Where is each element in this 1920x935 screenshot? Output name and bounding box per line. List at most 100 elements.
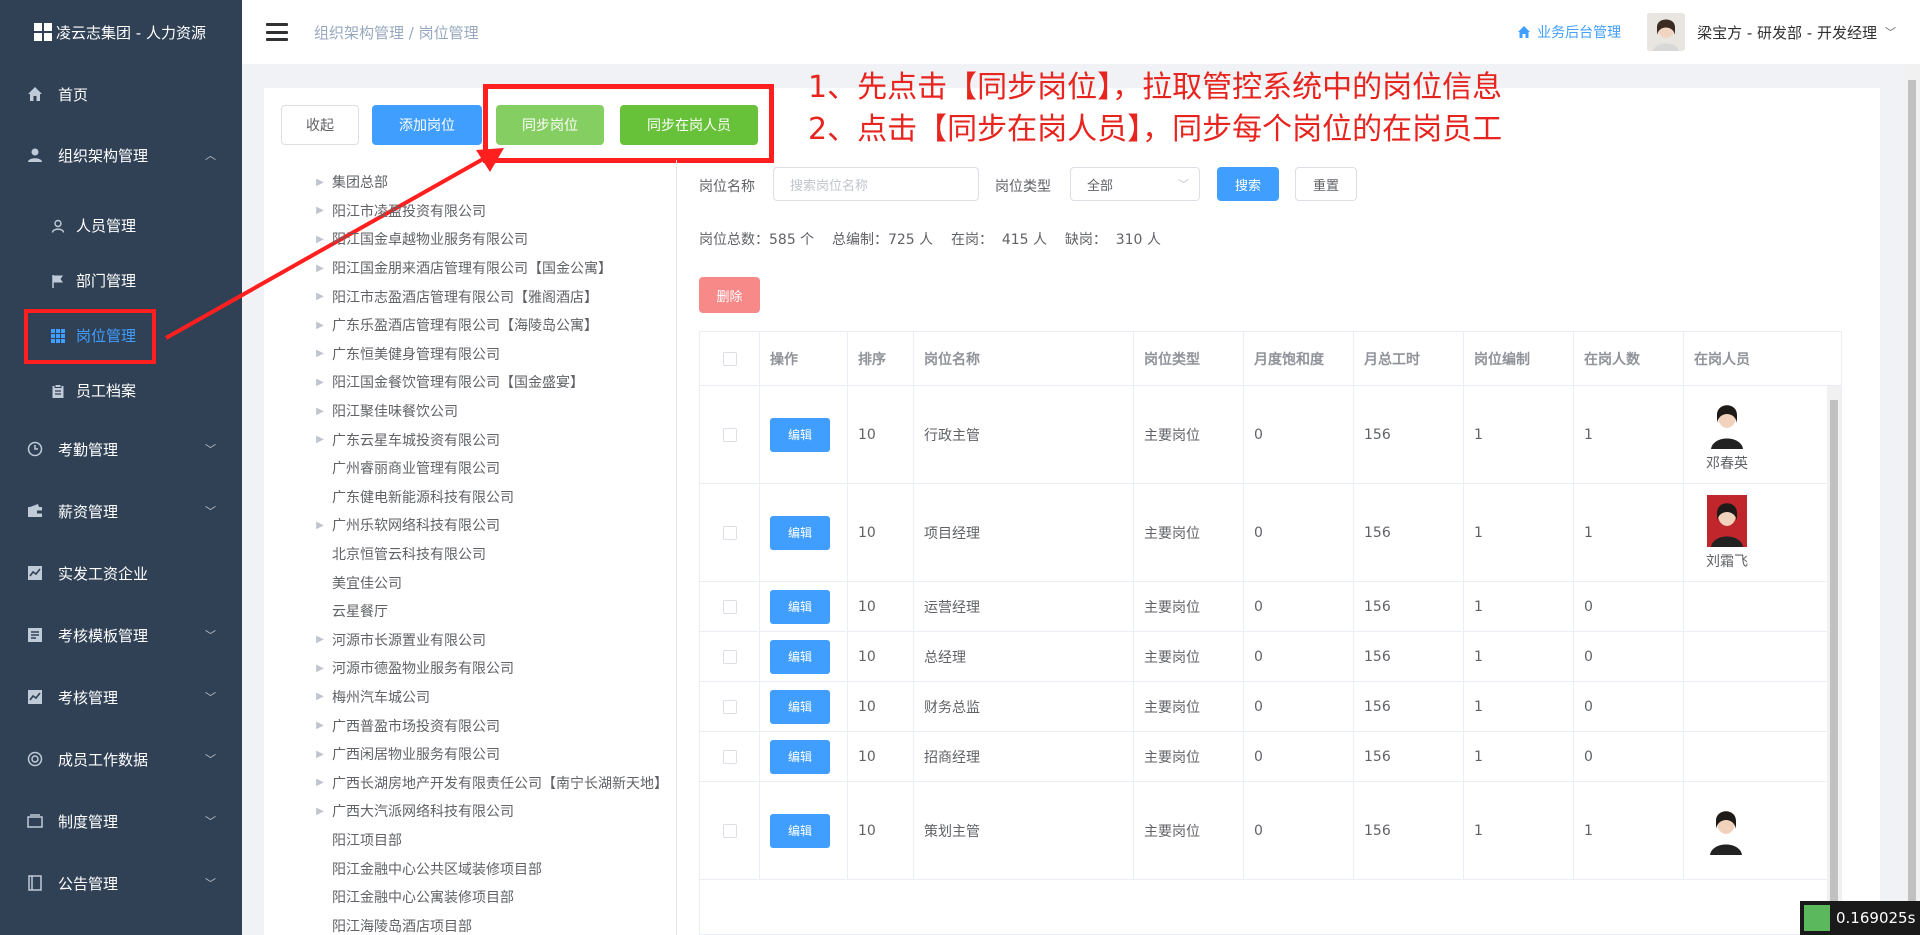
sidebar-subitem-archive[interactable]: 员工档案 (0, 363, 242, 418)
cell-hours: 156 (1354, 484, 1464, 581)
post-type-select[interactable]: 全部 ﹀ (1070, 167, 1200, 201)
avatar[interactable] (1647, 13, 1686, 51)
staff-name: 刘霜飞 (1706, 553, 1748, 570)
row-checkbox[interactable] (722, 699, 737, 714)
caret-right-icon[interactable]: ▶ (308, 434, 332, 445)
table-scroll-thumb[interactable] (1830, 400, 1838, 934)
sidebar-item-attendance[interactable]: 考勤管理 ﹀ (0, 418, 242, 480)
sidebar-item-review[interactable]: 考核管理 ﹀ (0, 666, 242, 728)
sidebar-item-label: 考勤管理 (58, 440, 119, 459)
tree-node[interactable]: ▶ 河源市德盈物业服务有限公司 (264, 654, 676, 683)
app-logo[interactable]: 凌云志集团 - 人力资源 (0, 0, 242, 64)
tree-node[interactable]: ▶ 广西闲居物业服务有限公司 (264, 740, 676, 769)
tree-node[interactable]: 云星餐厅 (264, 597, 676, 626)
edit-button[interactable]: 编辑 (770, 689, 830, 724)
select-all-checkbox[interactable] (722, 351, 737, 366)
caret-right-icon[interactable]: ▶ (308, 720, 332, 731)
row-checkbox[interactable] (722, 649, 737, 664)
tree-node[interactable]: ▶ 广西普盈市场投资有限公司 (264, 711, 676, 740)
edit-button[interactable]: 编辑 (770, 589, 830, 624)
row-checkbox[interactable] (722, 427, 737, 442)
tree-node[interactable]: ▶ 广西大汽派网络科技有限公司 (264, 797, 676, 826)
edit-button[interactable]: 编辑 (770, 639, 830, 674)
tree-node[interactable]: ▶ 梅州汽车城公司 (264, 683, 676, 712)
tree-node-label: 阳江项目部 (332, 832, 402, 849)
collapse-button[interactable]: 收起 (281, 105, 359, 145)
tree-node[interactable]: ▶ 阳江聚佳味餐饮公司 (264, 397, 676, 426)
sidebar-item-home[interactable]: 首页 (0, 64, 242, 124)
cell-name: 财务总监 (914, 682, 1134, 731)
biz-backend-link[interactable]: 业务后台管理 (1517, 22, 1621, 42)
tree-node[interactable]: 阳江金融中心公寓装修项目部 (264, 883, 676, 912)
sidebar-item-payroll-company[interactable]: 实发工资企业 (0, 542, 242, 604)
caret-right-icon[interactable]: ▶ (308, 291, 332, 302)
caret-right-icon[interactable]: ▶ (308, 234, 332, 245)
cell-person (1684, 582, 1841, 631)
sidebar-item-notice[interactable]: 公告管理 ﹀ (0, 852, 242, 914)
caret-right-icon[interactable]: ▶ (308, 263, 332, 274)
caret-right-icon[interactable]: ▶ (308, 520, 332, 531)
edit-button[interactable]: 编辑 (770, 813, 830, 848)
op-cell: 编辑 (760, 386, 848, 483)
tree-node[interactable]: ▶ 广东乐盈酒店管理有限公司【海陵岛公寓】 (264, 311, 676, 340)
add-post-button[interactable]: 添加岗位 (372, 105, 482, 145)
tree-node[interactable]: ▶ 河源市长源置业有限公司 (264, 626, 676, 655)
tree-node[interactable]: ▶ 广东云星车城投资有限公司 (264, 425, 676, 454)
tree-node[interactable]: 阳江金融中心公共区域装修项目部 (264, 854, 676, 883)
tree-node[interactable]: ▶ 广州乐软网络科技有限公司 (264, 511, 676, 540)
row-checkbox[interactable] (722, 749, 737, 764)
tree-node[interactable]: ▶ 阳江国金朋来酒店管理有限公司【国金公寓】 (264, 254, 676, 283)
tree-node[interactable]: ▶ 阳江国金卓越物业服务有限公司 (264, 225, 676, 254)
edit-button[interactable]: 编辑 (770, 739, 830, 774)
page-scroll-thumb[interactable] (1908, 80, 1916, 920)
staff-person[interactable]: 刘霜飞 (1706, 494, 1748, 571)
chevron-down-icon[interactable]: ﹀ (1885, 24, 1896, 40)
menu-toggle-icon[interactable] (266, 23, 288, 41)
post-name-input[interactable]: 搜索岗位名称 (773, 167, 979, 201)
caret-right-icon[interactable]: ▶ (308, 634, 332, 645)
tree-node[interactable]: 美宜佳公司 (264, 568, 676, 597)
caret-right-icon[interactable]: ▶ (308, 777, 332, 788)
caret-right-icon[interactable]: ▶ (308, 806, 332, 817)
sidebar-item-label: 首页 (58, 85, 89, 104)
caret-right-icon[interactable]: ▶ (308, 663, 332, 674)
row-checkbox[interactable] (722, 599, 737, 614)
table-scrollbar[interactable] (1827, 386, 1841, 934)
edit-button[interactable]: 编辑 (770, 515, 830, 550)
cell-hours: 156 (1354, 386, 1464, 483)
caret-right-icon[interactable]: ▶ (308, 348, 332, 359)
tree-node[interactable]: ▶ 集团总部 (264, 168, 676, 197)
caret-right-icon[interactable]: ▶ (308, 320, 332, 331)
caret-right-icon[interactable]: ▶ (308, 691, 332, 702)
edit-button[interactable]: 编辑 (770, 417, 830, 452)
tree-node[interactable]: 阳江项目部 (264, 826, 676, 855)
caret-right-icon[interactable]: ▶ (308, 177, 332, 188)
caret-right-icon[interactable]: ▶ (308, 406, 332, 417)
tree-node[interactable]: ▶ 阳江市凌盈投资有限公司 (264, 197, 676, 226)
caret-right-icon[interactable]: ▶ (308, 377, 332, 388)
reset-button[interactable]: 重置 (1295, 167, 1357, 201)
sidebar-item-member-data[interactable]: 成员工作数据 ﹀ (0, 728, 242, 790)
tree-node[interactable]: 阳江海陵岛酒店项目部 (264, 911, 676, 935)
row-checkbox[interactable] (722, 823, 737, 838)
row-checkbox[interactable] (722, 525, 737, 540)
caret-right-icon[interactable]: ▶ (308, 749, 332, 760)
sidebar-item-policy[interactable]: 制度管理 ﹀ (0, 790, 242, 852)
sidebar-item-review-template[interactable]: 考核模板管理 ﹀ (0, 604, 242, 666)
caret-right-icon[interactable]: ▶ (308, 205, 332, 216)
page-scrollbar[interactable] (1904, 64, 1920, 935)
search-button[interactable]: 搜索 (1217, 167, 1279, 201)
delete-button[interactable]: 删除 (699, 277, 760, 313)
tree-node[interactable]: 广州睿丽商业管理有限公司 (264, 454, 676, 483)
tree-node[interactable]: 广东健电新能源科技有限公司 (264, 483, 676, 512)
user-info[interactable]: 梁宝方 - 研发部 - 开发经理 (1697, 22, 1877, 43)
tree-node[interactable]: ▶ 广东恒美健身管理有限公司 (264, 340, 676, 369)
tree-node[interactable]: ▶ 广西长湖房地产开发有限责任公司【南宁长湖新天地】 (264, 768, 676, 797)
tree-node[interactable]: 北京恒管云科技有限公司 (264, 540, 676, 569)
tree-node[interactable]: ▶ 阳江国金餐饮管理有限公司【国金盛宴】 (264, 368, 676, 397)
row-select-cell (700, 582, 760, 631)
sidebar-item-salary[interactable]: 薪资管理 ﹀ (0, 480, 242, 542)
tree-node[interactable]: ▶ 阳江市志盈酒店管理有限公司【雅阁酒店】 (264, 282, 676, 311)
staff-person[interactable]: 邓春英 (1706, 396, 1748, 473)
staff-person[interactable] (1706, 802, 1746, 859)
